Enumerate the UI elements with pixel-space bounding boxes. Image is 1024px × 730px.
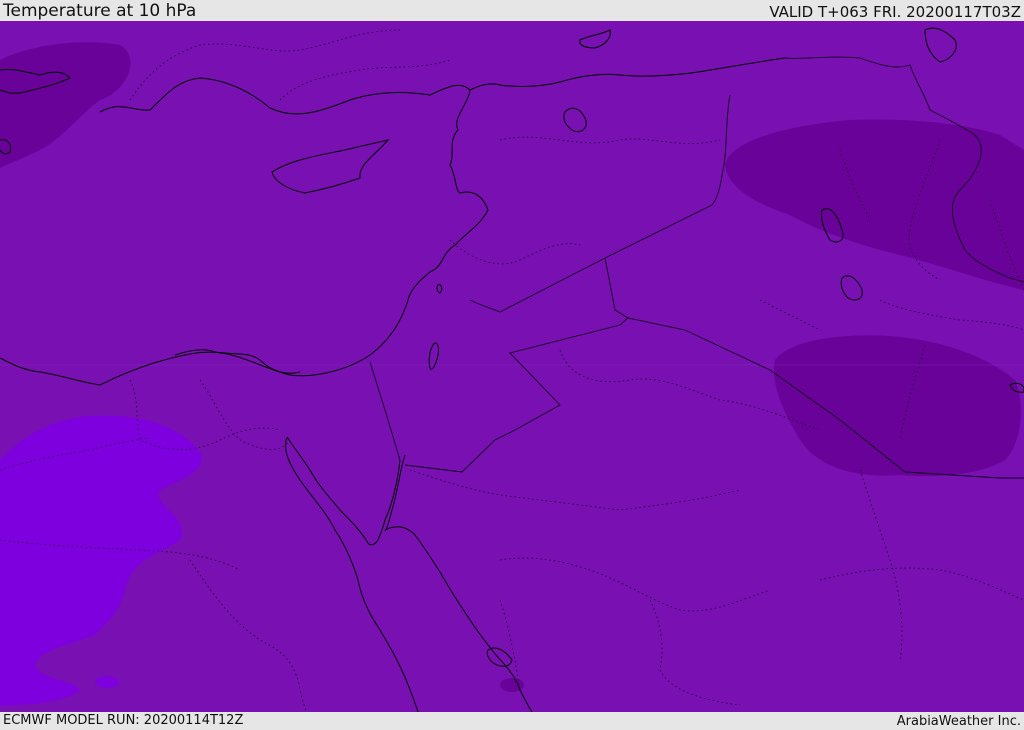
footer-bar: ECMWF MODEL RUN: 20200114T12Z ArabiaWeat… <box>0 712 1024 729</box>
temperature-map <box>0 21 1024 712</box>
header-bar: Temperature at 10 hPa VALID T+063 FRI. 2… <box>0 0 1024 21</box>
warm-spot-small <box>95 676 119 688</box>
credit-label: ArabiaWeather Inc. <box>896 714 1021 729</box>
map-area <box>0 21 1024 712</box>
valid-time-label: VALID T+063 FRI. 20200117T03Z <box>769 3 1021 21</box>
map-title: Temperature at 10 hPa <box>3 1 197 21</box>
weather-map-page: Temperature at 10 hPa VALID T+063 FRI. 2… <box>0 0 1024 729</box>
model-run-label: ECMWF MODEL RUN: 20200114T12Z <box>3 713 244 728</box>
